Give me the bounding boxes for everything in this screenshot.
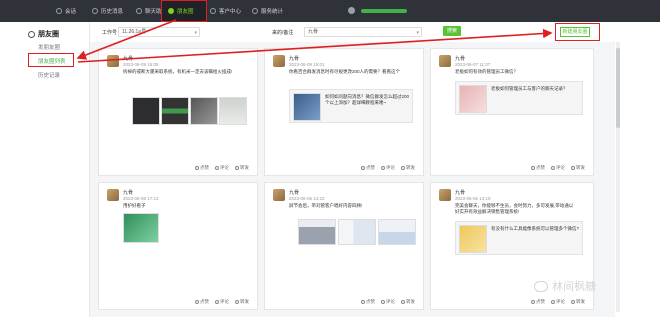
arrow-to-new-moment — [77, 28, 553, 63]
wechat-icon — [534, 280, 548, 292]
watermark: 林间枫糖 — [534, 278, 596, 294]
arrow-to-moment-list — [76, 19, 177, 60]
annotation-arrows — [76, 19, 553, 63]
